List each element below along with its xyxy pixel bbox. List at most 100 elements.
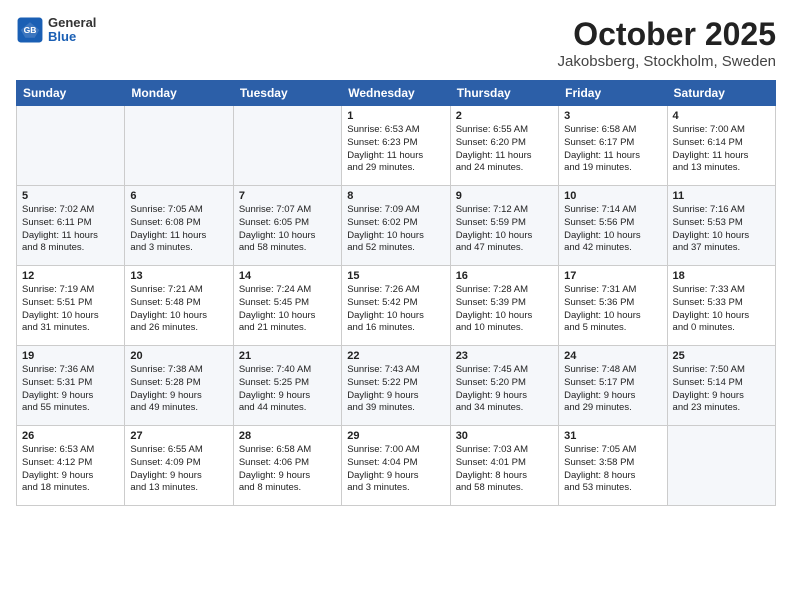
day-number: 4: [673, 110, 770, 122]
calendar-cell: 9 Sunrise: 7:12 AM Sunset: 5:59 PM Daylig…: [450, 186, 558, 266]
weekday-header-saturday: Saturday: [667, 81, 775, 106]
day-number: 31: [564, 430, 661, 442]
day-info: Sunrise: 7:05 AM Sunset: 6:08 PM Dayligh…: [130, 204, 227, 255]
day-number: 30: [456, 430, 553, 442]
calendar-table: SundayMondayTuesdayWednesdayThursdayFrid…: [16, 80, 776, 506]
day-info: Sunrise: 6:55 AM Sunset: 6:20 PM Dayligh…: [456, 124, 553, 175]
calendar-cell: 15 Sunrise: 7:26 AM Sunset: 5:42 PM Dayli…: [342, 266, 450, 346]
day-number: 3: [564, 110, 661, 122]
day-info: Sunrise: 7:02 AM Sunset: 6:11 PM Dayligh…: [22, 204, 119, 255]
calendar-cell: 7Sunrise: 7:07 AM Sunset: 6:05 PM Daylig…: [233, 186, 341, 266]
day-number: 20: [130, 350, 227, 362]
calendar-cell: [125, 106, 233, 186]
day-number: 5: [22, 190, 119, 202]
week-row-1: 1Sunrise: 6:53 AM Sunset: 6:23 PM Daylig…: [17, 106, 776, 186]
day-number: 18: [673, 270, 770, 282]
calendar-cell: 14 Sunrise: 7:24 AM Sunset: 5:45 PM Dayli…: [233, 266, 341, 346]
day-info: Sunrise: 6:55 AM Sunset: 4:09 PM Dayligh…: [130, 444, 227, 495]
weekday-header-sunday: Sunday: [17, 81, 125, 106]
day-number: 29: [347, 430, 444, 442]
day-info: Sunrise: 7:05 AM Sunset: 3:58 PM Dayligh…: [564, 444, 661, 495]
calendar-subtitle: Jakobsberg, Stockholm, Sweden: [558, 53, 776, 70]
svg-text:GB: GB: [24, 25, 37, 35]
calendar-cell: [667, 426, 775, 506]
day-number: 1: [347, 110, 444, 122]
day-info: Sunrise: 7:14 AM Sunset: 5:56 PM Dayligh…: [564, 204, 661, 255]
calendar-cell: 28 Sunrise: 6:58 AM Sunset: 4:06 PM Dayli…: [233, 426, 341, 506]
day-info: Sunrise: 7:09 AM Sunset: 6:02 PM Dayligh…: [347, 204, 444, 255]
day-number: 14: [239, 270, 336, 282]
week-row-2: 5 Sunrise: 7:02 AM Sunset: 6:11 PM Daylig…: [17, 186, 776, 266]
day-number: 10: [564, 190, 661, 202]
calendar-cell: 21 Sunrise: 7:40 AM Sunset: 5:25 PM Dayli…: [233, 346, 341, 426]
day-info: Sunrise: 7:48 AM Sunset: 5:17 PM Dayligh…: [564, 364, 661, 415]
day-info: Sunrise: 7:19 AM Sunset: 5:51 PM Dayligh…: [22, 284, 119, 335]
day-number: 2: [456, 110, 553, 122]
calendar-title: October 2025: [558, 16, 776, 53]
day-number: 26: [22, 430, 119, 442]
day-number: 28: [239, 430, 336, 442]
weekday-header-monday: Monday: [125, 81, 233, 106]
calendar-cell: 18 Sunrise: 7:33 AM Sunset: 5:33 PM Dayli…: [667, 266, 775, 346]
calendar-cell: 20 Sunrise: 7:38 AM Sunset: 5:28 PM Dayli…: [125, 346, 233, 426]
week-row-3: 12Sunrise: 7:19 AM Sunset: 5:51 PM Dayli…: [17, 266, 776, 346]
day-number: 13: [130, 270, 227, 282]
day-info: Sunrise: 7:26 AM Sunset: 5:42 PM Dayligh…: [347, 284, 444, 335]
day-info: Sunrise: 7:03 AM Sunset: 4:01 PM Dayligh…: [456, 444, 553, 495]
title-block: October 2025 Jakobsberg, Stockholm, Swed…: [558, 16, 776, 70]
logo-text: General Blue: [48, 16, 96, 45]
day-info: Sunrise: 7:43 AM Sunset: 5:22 PM Dayligh…: [347, 364, 444, 415]
calendar-cell: 30 Sunrise: 7:03 AM Sunset: 4:01 PM Dayli…: [450, 426, 558, 506]
day-info: Sunrise: 6:58 AM Sunset: 4:06 PM Dayligh…: [239, 444, 336, 495]
day-info: Sunrise: 7:07 AM Sunset: 6:05 PM Dayligh…: [239, 204, 336, 255]
day-info: Sunrise: 6:58 AM Sunset: 6:17 PM Dayligh…: [564, 124, 661, 175]
calendar-cell: 19 Sunrise: 7:36 AM Sunset: 5:31 PM Dayli…: [17, 346, 125, 426]
day-number: 25: [673, 350, 770, 362]
day-info: Sunrise: 7:00 AM Sunset: 4:04 PM Dayligh…: [347, 444, 444, 495]
weekday-header-friday: Friday: [559, 81, 667, 106]
day-number: 21: [239, 350, 336, 362]
day-info: Sunrise: 7:40 AM Sunset: 5:25 PM Dayligh…: [239, 364, 336, 415]
day-info: Sunrise: 7:38 AM Sunset: 5:28 PM Dayligh…: [130, 364, 227, 415]
logo-blue: Blue: [48, 30, 96, 44]
day-number: 8: [347, 190, 444, 202]
day-number: 19: [22, 350, 119, 362]
weekday-header-tuesday: Tuesday: [233, 81, 341, 106]
calendar-cell: 23 Sunrise: 7:45 AM Sunset: 5:20 PM Dayli…: [450, 346, 558, 426]
calendar-cell: 29 Sunrise: 7:00 AM Sunset: 4:04 PM Dayli…: [342, 426, 450, 506]
day-number: 11: [673, 190, 770, 202]
day-number: 16: [456, 270, 553, 282]
day-info: Sunrise: 7:45 AM Sunset: 5:20 PM Dayligh…: [456, 364, 553, 415]
weekday-header-thursday: Thursday: [450, 81, 558, 106]
calendar-cell: 1Sunrise: 6:53 AM Sunset: 6:23 PM Daylig…: [342, 106, 450, 186]
day-number: 9: [456, 190, 553, 202]
day-info: Sunrise: 7:21 AM Sunset: 5:48 PM Dayligh…: [130, 284, 227, 335]
day-number: 23: [456, 350, 553, 362]
day-info: Sunrise: 7:36 AM Sunset: 5:31 PM Dayligh…: [22, 364, 119, 415]
calendar-cell: 25 Sunrise: 7:50 AM Sunset: 5:14 PM Dayli…: [667, 346, 775, 426]
day-info: Sunrise: 7:50 AM Sunset: 5:14 PM Dayligh…: [673, 364, 770, 415]
logo-icon: GB: [16, 16, 44, 44]
calendar-cell: 3 Sunrise: 6:58 AM Sunset: 6:17 PM Daylig…: [559, 106, 667, 186]
calendar-cell: 2 Sunrise: 6:55 AM Sunset: 6:20 PM Daylig…: [450, 106, 558, 186]
calendar-cell: 24Sunrise: 7:48 AM Sunset: 5:17 PM Dayli…: [559, 346, 667, 426]
calendar-cell: 4 Sunrise: 7:00 AM Sunset: 6:14 PM Daylig…: [667, 106, 775, 186]
logo: GB General Blue: [16, 16, 96, 45]
calendar-cell: 10 Sunrise: 7:14 AM Sunset: 5:56 PM Dayli…: [559, 186, 667, 266]
day-info: Sunrise: 7:16 AM Sunset: 5:53 PM Dayligh…: [673, 204, 770, 255]
day-info: Sunrise: 7:00 AM Sunset: 6:14 PM Dayligh…: [673, 124, 770, 175]
calendar-cell: 8 Sunrise: 7:09 AM Sunset: 6:02 PM Daylig…: [342, 186, 450, 266]
day-number: 27: [130, 430, 227, 442]
logo-general: General: [48, 16, 96, 30]
weekday-header-wednesday: Wednesday: [342, 81, 450, 106]
day-info: Sunrise: 6:53 AM Sunset: 4:12 PM Dayligh…: [22, 444, 119, 495]
day-info: Sunrise: 7:12 AM Sunset: 5:59 PM Dayligh…: [456, 204, 553, 255]
week-row-4: 19 Sunrise: 7:36 AM Sunset: 5:31 PM Dayli…: [17, 346, 776, 426]
day-info: Sunrise: 7:33 AM Sunset: 5:33 PM Dayligh…: [673, 284, 770, 335]
weekday-header-row: SundayMondayTuesdayWednesdayThursdayFrid…: [17, 81, 776, 106]
calendar-cell: 26 Sunrise: 6:53 AM Sunset: 4:12 PM Dayli…: [17, 426, 125, 506]
calendar-cell: [17, 106, 125, 186]
day-info: Sunrise: 7:24 AM Sunset: 5:45 PM Dayligh…: [239, 284, 336, 335]
day-number: 15: [347, 270, 444, 282]
day-number: 17: [564, 270, 661, 282]
